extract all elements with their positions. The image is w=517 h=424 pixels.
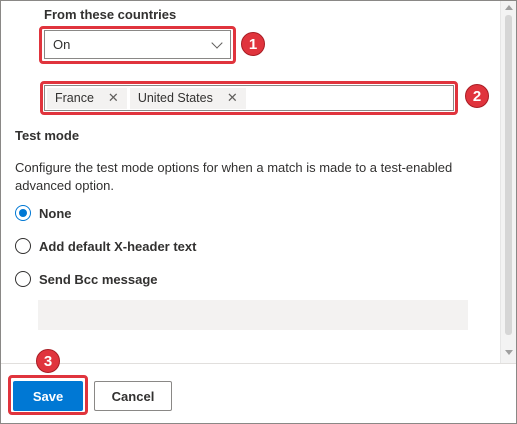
test-mode-title: Test mode	[15, 128, 80, 143]
callout-badge-3: 3	[36, 349, 60, 373]
callout-badge-2: 2	[465, 84, 489, 108]
close-icon[interactable]: ✕	[108, 90, 119, 106]
radio-option-add-x-header[interactable]: Add default X-header text	[15, 238, 196, 254]
radio-button[interactable]	[15, 271, 31, 287]
bcc-address-input	[38, 300, 468, 330]
radio-label: Send Bcc message	[39, 271, 158, 287]
vertical-scrollbar[interactable]	[500, 1, 516, 363]
radio-label: None	[39, 205, 72, 221]
countries-label: From these countries	[44, 7, 177, 22]
panel-content: From these countries On 1 France ✕ Unite…	[1, 1, 501, 363]
countries-dropdown-value: On	[53, 37, 71, 52]
rule-panel: From these countries On 1 France ✕ Unite…	[0, 0, 517, 424]
radio-button[interactable]	[15, 205, 31, 221]
scroll-up-icon[interactable]	[505, 5, 513, 10]
close-icon[interactable]: ✕	[227, 90, 238, 106]
radio-option-send-bcc[interactable]: Send Bcc message	[15, 271, 158, 287]
chevron-down-icon	[211, 37, 223, 49]
test-mode-description: Configure the test mode options for when…	[15, 160, 453, 193]
cancel-button[interactable]: Cancel	[94, 381, 172, 411]
countries-dropdown[interactable]: On	[44, 30, 231, 59]
radio-button[interactable]	[15, 238, 31, 254]
tag-label: France	[55, 91, 94, 105]
scroll-down-icon[interactable]	[505, 350, 513, 355]
tag-label: United States	[137, 91, 213, 105]
countries-tag-picker[interactable]: France ✕ United States ✕	[44, 85, 454, 111]
radio-option-none[interactable]: None	[15, 205, 72, 221]
panel-footer: Save Cancel	[1, 363, 516, 423]
callout-badge-1: 1	[241, 32, 265, 56]
scroll-thumb[interactable]	[505, 15, 512, 335]
tag-united-states: United States ✕	[129, 87, 246, 109]
radio-label: Add default X-header text	[39, 238, 197, 254]
tag-france: France ✕	[47, 87, 127, 109]
save-button[interactable]: Save	[13, 381, 83, 411]
